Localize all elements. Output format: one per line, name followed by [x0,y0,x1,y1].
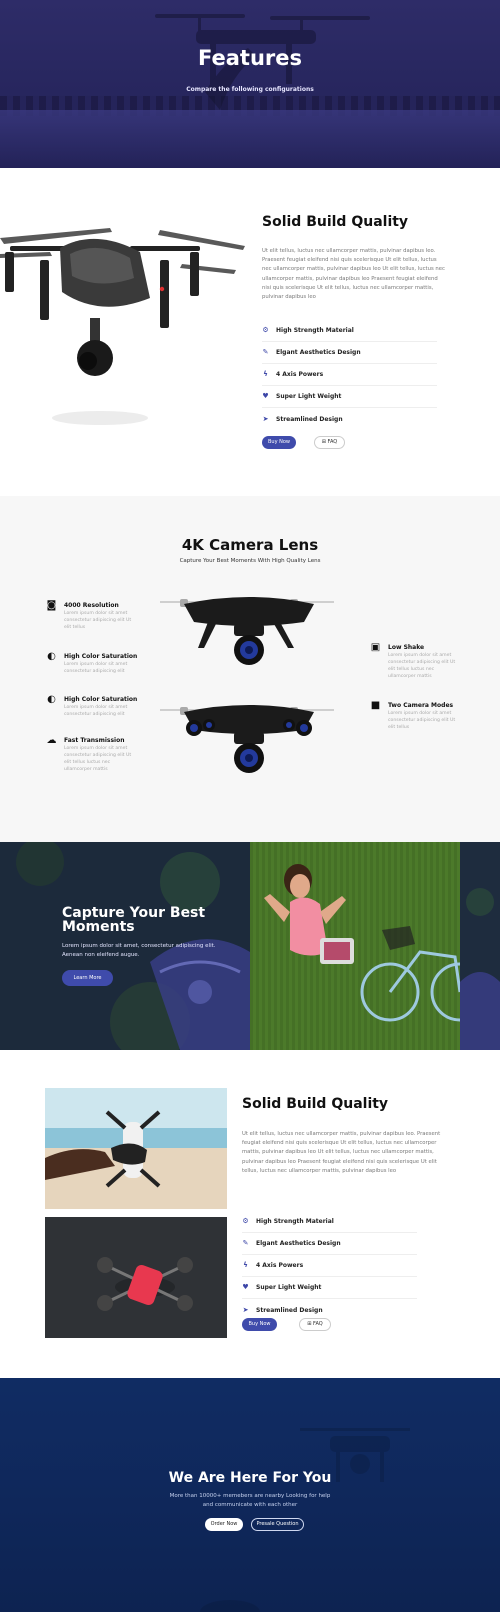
feature-description: Lorem ipsum dolor sit amet consectetur a… [388,711,456,730]
feature-heading: High Color Saturation [64,653,138,660]
camera-section: 4K Camera Lens Capture Your Best Moments… [0,496,500,842]
plus-square-icon: ⊞ [307,1321,312,1327]
feature-label: 4 Axis Powers [256,1262,304,1269]
feature-heading: High Color Saturation [64,696,138,703]
feature-heading: 4000 Resolution [64,602,119,609]
feature-item: ♥ Super Light Weight [242,1277,417,1299]
image-icon: ▣ [370,642,381,653]
learn-more-button[interactable]: Learn More [62,970,113,986]
hand-holding-drone-image [45,1088,227,1209]
build-quality-section: Solid Build Quality Ut elit tellus, luct… [0,168,500,496]
cloud-icon: ☁ [46,735,57,746]
cta-subtitle: More than 10000+ memebers are nearby Loo… [169,1493,331,1508]
video-camera-icon: ■ [370,700,381,711]
moments-title: Capture Your Best Moments [62,905,206,935]
camera-feature-low-shake: ▣ Low Shake Lorem ipsum dolor sit amet c… [369,642,464,684]
feature-description: Lorem ipsum dolor sit amet consectetur a… [388,653,456,679]
feature-label: High Strength Material [256,1218,334,1225]
build-description: Ut elit tellus, luctus nec ullamcorper m… [262,248,445,301]
feature-description: Lorem ipsum dolor sit amet consectetur a… [64,705,128,717]
feature-description: Lorem ipsum dolor sit amet consectetur a… [64,662,128,674]
camera-feature-two-modes: ■ Two Camera Modes Lorem ipsum dolor sit… [369,700,464,738]
cta-title: We Are Here For You [168,1470,332,1486]
build-feature-list: ⚙ High Strength Material ✎ Elgant Aestheti… [262,320,437,430]
feature-item: ✎ Elgant Aesthetics Design [262,342,437,364]
heart-icon: ♥ [262,392,269,400]
order-now-button[interactable]: Order Now [205,1518,243,1531]
bolt-icon: ϟ [243,1261,248,1269]
drone-product-image [0,228,245,425]
feature-description: Lorem ipsum dolor sit amet consectetur a… [64,746,132,772]
faq-button-2[interactable]: ⊞ FAQ [299,1318,331,1331]
aerial-park-image-right [460,842,500,1050]
build-description-2: Ut elit tellus, luctus nec ullamcorper m… [242,1131,441,1174]
feature-label: Elgant Aesthetics Design [276,349,361,356]
camera-feature-transmission: ☁ Fast Transmission Lorem ipsum dolor si… [45,735,140,777]
contrast-icon: ◐ [47,651,56,662]
feature-label: Streamlined Design [256,1306,323,1314]
bolt-icon: ϟ [263,370,268,378]
feature-heading: Low Shake [388,644,425,651]
page-subtitle: Compare the following configurations [186,86,314,93]
gears-icon: ⚙ [262,326,269,334]
buy-now-button-2[interactable]: Buy Now [242,1318,277,1331]
feature-label: Super Light Weight [256,1284,322,1291]
camera-feature-saturation: ◐ High Color Saturation Lorem ipsum dolo… [45,651,140,685]
hero-drone-image [155,14,370,110]
paper-plane-icon: ➤ [262,414,269,423]
page-title: Features [198,46,302,70]
presale-question-button[interactable]: Presale Question [251,1518,304,1531]
camera-feature-resolution: ◙ 4000 Resolution Lorem ipsum dolor sit … [45,600,140,638]
hero-section: Features Compare the following configura… [0,0,500,168]
feature-label: Elgant Aesthetics Design [256,1240,341,1247]
feature-item: ♥ Super Light Weight [262,386,437,408]
woman-with-bicycle-image [250,842,460,1050]
red-drone-image [45,1217,227,1338]
camera-feature-saturation: ◐ High Color Saturation Lorem ipsum dolo… [45,694,140,728]
buy-now-button[interactable]: Buy Now [262,436,296,449]
feature-label: Super Light Weight [276,393,342,400]
drone-camera-image [160,597,334,665]
faq-label: FAQ [327,439,338,445]
build-title: Solid Build Quality [262,214,409,230]
feature-item: ϟ 4 Axis Powers [242,1255,417,1277]
feature-item: ➤ Streamlined Design [262,408,437,430]
feature-description: Lorem ipsum dolor sit amet consectetur a… [64,611,132,630]
camera-icon: ◙ [46,600,57,611]
capture-moments-section: Capture Your Best Moments Lorem ipsum do… [0,842,500,1050]
heart-icon: ♥ [242,1283,249,1291]
gears-icon: ⚙ [242,1217,249,1225]
brush-icon: ✎ [242,1239,249,1247]
plus-square-icon: ⊞ [321,439,326,445]
feature-heading: Two Camera Modes [388,702,454,709]
feature-label: 4 Axis Powers [276,371,324,378]
faq-button[interactable]: ⊞ FAQ [314,436,345,449]
camera-title: 4K Camera Lens [181,536,319,554]
cta-section: We Are Here For You More than 10000+ mem… [0,1378,500,1612]
feature-item: ✎ Elgant Aesthetics Design [242,1233,417,1255]
feature-item: ⚙ High Strength Material [262,320,437,342]
drone-dual-camera-image [160,705,334,773]
build-quality-section-2: Solid Build Quality Ut elit tellus, luct… [0,1050,500,1378]
contrast-icon: ◐ [47,694,56,705]
build-title-2: Solid Build Quality [242,1096,389,1112]
feature-label: Streamlined Design [276,415,343,423]
feature-heading: Fast Transmission [64,737,125,744]
feature-item: ϟ 4 Axis Powers [262,364,437,386]
paper-plane-icon: ➤ [242,1305,249,1314]
feature-item: ⚙ High Strength Material [242,1211,417,1233]
feature-label: High Strength Material [276,327,354,334]
brush-icon: ✎ [262,348,269,356]
faq-label: FAQ [313,1321,323,1327]
camera-subtitle: Capture Your Best Moments With High Qual… [179,558,321,564]
moments-description: Lorem ipsum dolor sit amet, consectetur … [62,943,216,958]
build-feature-list-2: ⚙ High Strength Material ✎ Elgant Aestheti… [242,1211,417,1321]
